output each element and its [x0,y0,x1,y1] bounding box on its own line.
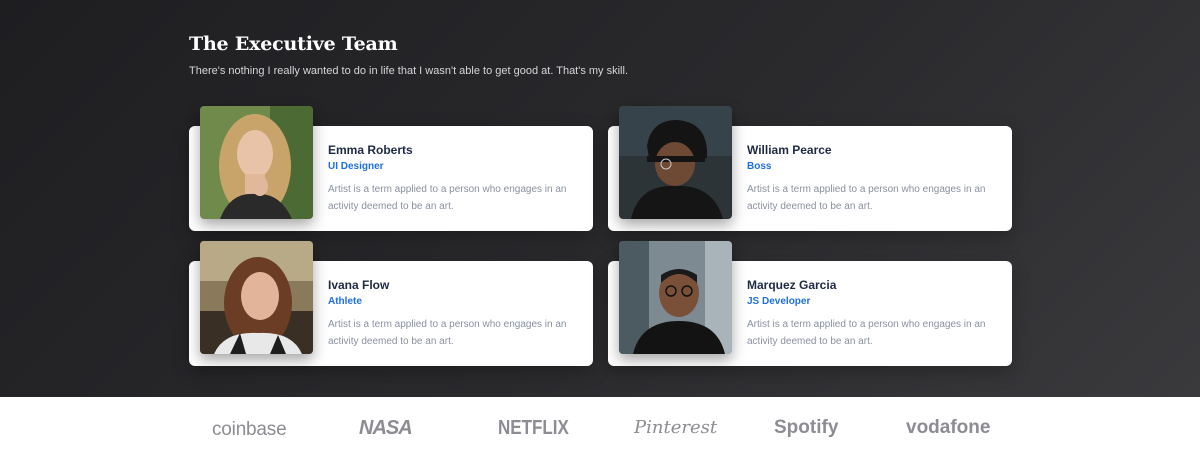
team-member-description: Artist is a term applied to a person who… [328,319,567,347]
team-member-name: Marquez Garcia [747,278,837,292]
team-member-role: Athlete [328,296,362,307]
pinterest-logo: Pinterest [634,417,718,438]
team-member-name: William Pearce [747,143,832,157]
coinbase-logo: coinbase [212,419,287,440]
team-member-name: Emma Roberts [328,143,413,157]
team-card: Ivana Flow Athlete Artist is a term appl… [189,241,593,366]
spotify-logo: Spotify [774,417,839,438]
team-member-photo [619,106,732,219]
team-member-name: Ivana Flow [328,278,390,292]
team-card: William Pearce Boss Artist is a term app… [608,106,1012,231]
team-member-role: UI Designer [328,161,384,172]
team-member-description: Artist is a term applied to a person who… [747,184,986,212]
netflix-logo: NETFLIX [498,417,569,439]
vodafone-logo: vodafone [906,417,991,438]
executive-team-section: The Executive Team There's nothing I rea… [0,0,1200,397]
team-member-role: JS Developer [747,296,811,307]
section-title: The Executive Team [189,33,398,55]
team-member-photo [200,241,313,354]
section-subtitle: There's nothing I really wanted to do in… [189,65,629,77]
team-member-description: Artist is a term applied to a person who… [328,184,567,212]
team-member-photo [619,241,732,354]
team-card: Emma Roberts UI Designer Artist is a ter… [189,106,593,231]
team-member-description: Artist is a term applied to a person who… [747,319,986,347]
nasa-logo: NASA [359,417,413,439]
team-card: Marquez Garcia JS Developer Artist is a … [608,241,1012,366]
team-member-photo [200,106,313,219]
team-member-role: Boss [747,161,772,172]
brand-logos-strip: coinbase NASA NETFLIX Pinterest Spotify … [0,397,1200,459]
